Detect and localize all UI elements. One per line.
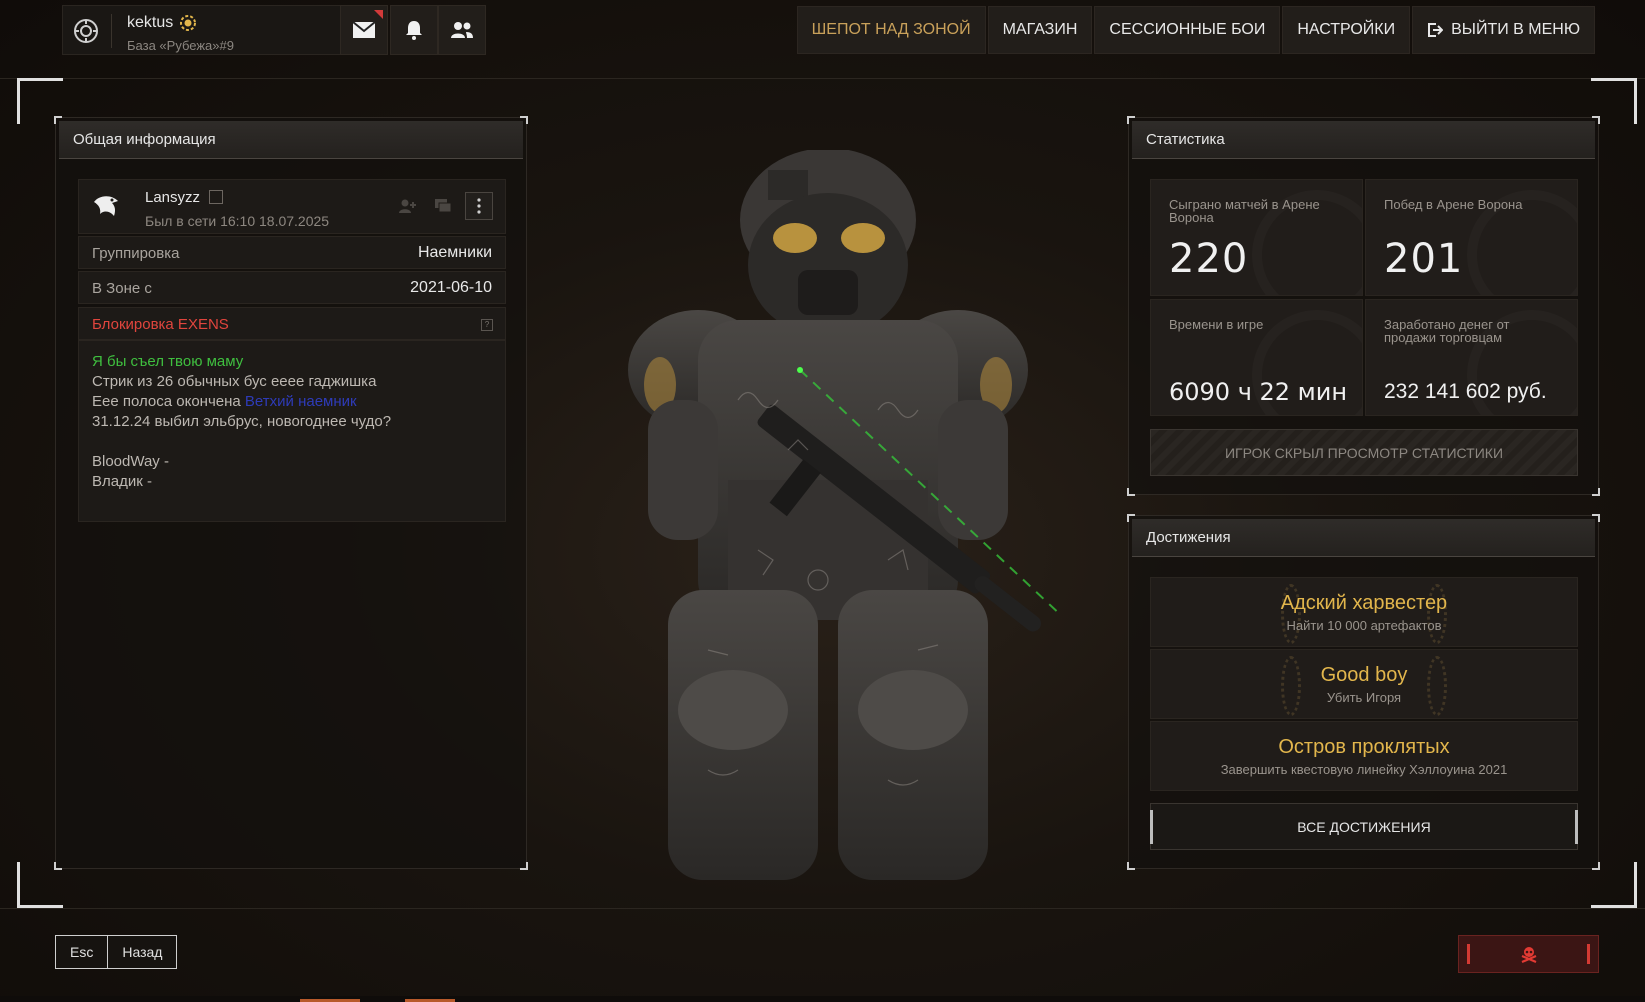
- add-friend-icon: [399, 199, 416, 213]
- statistics-panel: Статистика Сыграно матчей в Арене Ворона…: [1127, 116, 1600, 496]
- ban-row: Блокировка EXENS ?: [78, 307, 506, 340]
- friends-button[interactable]: [438, 5, 486, 55]
- achievement-title: Адский харвестер: [1280, 592, 1448, 614]
- notifications-button[interactable]: [390, 5, 438, 55]
- stat-value: 201: [1384, 236, 1464, 282]
- achievement-title: Остров проклятых: [1278, 736, 1450, 758]
- achievement-desc: Убить Игоря: [1326, 690, 1402, 705]
- bottom-strip: [0, 996, 1645, 1002]
- ban-label: Блокировка EXENS: [92, 316, 229, 333]
- status-line: 31.12.24 выбил эльбрус, новогоднее чудо?: [92, 413, 392, 430]
- user-card: Lansyzz Был в сети 16:10 18.07.2025: [78, 179, 506, 234]
- panel-corner: [1127, 862, 1135, 870]
- back-button[interactable]: Назад: [108, 936, 176, 968]
- status-line: Владик -: [92, 473, 152, 490]
- stat-label: Времени в игре: [1169, 317, 1264, 332]
- stat-label: Заработано денег от продажи торговцам: [1384, 317, 1510, 345]
- general-info-panel: Общая информация Lansyzz Был в сети 16:1…: [54, 116, 528, 870]
- frame-bottom-line: [0, 908, 1645, 909]
- status-line-prefix: Еее полоса окончена: [92, 393, 245, 410]
- status-line: BloodWay -: [92, 453, 169, 470]
- divider: [111, 14, 112, 48]
- mail-button[interactable]: [340, 5, 388, 55]
- user-name: Lansyzz: [145, 189, 201, 206]
- last-seen: Был в сети 16:10 18.07.2025: [145, 213, 330, 229]
- stat-playtime: Времени в игре 6090 ч 22 мин: [1150, 299, 1363, 416]
- all-achievements-button[interactable]: ВСЕ ДОСТИЖЕНИЯ: [1150, 803, 1578, 850]
- status-line: Стрик из 26 обычных бус ееее гаджишка: [92, 373, 377, 390]
- achievement-desc: Найти 10 000 артефактов: [1286, 618, 1442, 633]
- stat-matches: Сыграно матчей в Арене Ворона 220: [1150, 179, 1363, 296]
- esc-key-hint[interactable]: Esc: [56, 936, 107, 968]
- player-base: База «Рубежа»#9: [127, 38, 234, 53]
- panel-corner: [1592, 862, 1600, 870]
- add-friend-button[interactable]: [393, 192, 421, 220]
- achievement-item[interactable]: Good boy Убить Игоря: [1150, 649, 1578, 719]
- nav-whisper-over-zone[interactable]: ШЕПОТ НАД ЗОНОЙ: [796, 6, 986, 54]
- panel-corner: [54, 862, 62, 870]
- stat-value: 232 141 602 руб.: [1384, 380, 1547, 403]
- back-controls[interactable]: Esc Назад: [55, 935, 178, 969]
- status-line: Я бы съел твою маму: [92, 353, 244, 370]
- nav-exit-to-menu[interactable]: ВЫЙТИ В МЕНЮ: [1412, 6, 1595, 54]
- faction-label: Группировка: [92, 245, 180, 262]
- status-gap: [92, 432, 492, 452]
- help-icon[interactable]: ?: [481, 319, 493, 331]
- skull-crossbones-icon: [1521, 947, 1536, 963]
- nav-session-battles[interactable]: СЕССИОННЫЕ БОИ: [1094, 6, 1281, 54]
- copy-name-icon[interactable]: [209, 190, 223, 204]
- stat-label: Побед в Арене Ворона: [1384, 197, 1523, 212]
- faction-emblem-icon: [74, 19, 98, 43]
- achievements-title: Достижения: [1132, 519, 1595, 557]
- exit-label: ВЫЙТИ В МЕНЮ: [1451, 21, 1580, 38]
- chat-icon: [435, 199, 452, 213]
- achievement-title: Good boy: [1320, 664, 1408, 686]
- exit-icon: [1427, 22, 1444, 38]
- report-button[interactable]: [1458, 935, 1599, 973]
- stat-money: Заработано денег от продажи торговцам 23…: [1365, 299, 1578, 416]
- friends-icon: [451, 22, 473, 38]
- eagle-avatar-icon: [94, 196, 118, 216]
- stat-value: 6090 ч 22 мин: [1169, 378, 1348, 406]
- zone-since-value: 2021-06-10: [410, 279, 492, 296]
- status-link[interactable]: Ветхий наемник: [245, 393, 357, 410]
- kebab-menu-icon: [477, 198, 481, 214]
- nav-shop[interactable]: МАГАЗИН: [987, 6, 1093, 54]
- nav-settings[interactable]: НАСТРОЙКИ: [1282, 6, 1411, 54]
- panel-corner: [1592, 488, 1600, 496]
- status-line: Еее полоса окончена Ветхий наемник: [92, 392, 492, 412]
- stat-wins: Побед в Арене Ворона 201: [1365, 179, 1578, 296]
- zone-since-row: В Зоне с 2021-06-10: [78, 271, 506, 304]
- stat-value: 220: [1169, 236, 1249, 282]
- achievement-item[interactable]: Адский харвестер Найти 10 000 артефактов: [1150, 577, 1578, 647]
- premium-badge-icon: [180, 15, 196, 31]
- main-nav: ШЕПОТ НАД ЗОНОЙ МАГАЗИН СЕССИОННЫЕ БОИ Н…: [796, 6, 1595, 54]
- faction-value: Наемники: [417, 244, 492, 261]
- frame-top-line: [0, 78, 1645, 79]
- character-model: [628, 150, 1058, 880]
- stats-hidden-notice: ИГРОК СКРЫЛ ПРОСМОТР СТАТИСТИКИ: [1150, 429, 1578, 476]
- player-name: kektus: [127, 14, 174, 31]
- statistics-title: Статистика: [1132, 121, 1595, 159]
- zone-since-label: В Зоне с: [92, 280, 152, 297]
- top-bar: kektus База «Рубежа»#9 ШЕПОТ НАД ЗОНОЙ М…: [0, 0, 1645, 62]
- player-status-text: Я бы съел твою маму Стрик из 26 обычных …: [78, 340, 506, 522]
- general-info-title: Общая информация: [59, 121, 523, 159]
- faction-row: Группировка Наемники: [78, 236, 506, 269]
- unread-indicator: [374, 10, 383, 19]
- achievements-panel: Достижения Адский харвестер Найти 10 000…: [1127, 514, 1600, 870]
- stat-label: Сыграно матчей в Арене Ворона: [1169, 197, 1320, 225]
- message-button[interactable]: [429, 192, 457, 220]
- player-profile[interactable]: kektus База «Рубежа»#9: [62, 5, 354, 55]
- mail-icon: [352, 21, 376, 38]
- panel-corner: [1127, 488, 1135, 496]
- more-options-button[interactable]: [465, 192, 493, 220]
- achievement-item[interactable]: Остров проклятых Завершить квестовую лин…: [1150, 721, 1578, 791]
- panel-corner: [520, 862, 528, 870]
- bell-icon: [406, 21, 422, 40]
- achievement-desc: Завершить квестовую линейку Хэллоуина 20…: [1220, 762, 1508, 777]
